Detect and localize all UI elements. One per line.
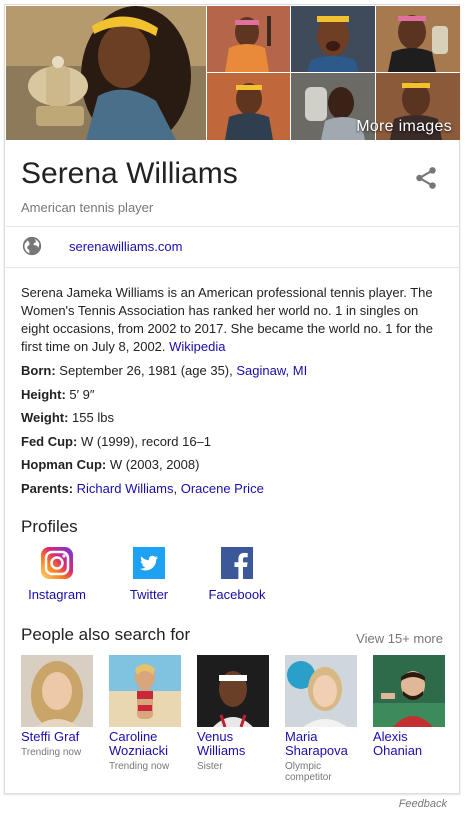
twitter-icon: [133, 547, 165, 579]
person-name: Alexis: [373, 729, 408, 744]
share-icon: [416, 167, 436, 189]
person-name: Maria: [285, 729, 318, 744]
description-text: Serena Jameka Williams is an American pr…: [21, 285, 433, 354]
fact-value: September 26, 1981 (age 35),: [59, 363, 233, 378]
divider: [6, 267, 460, 268]
person-name: Venus: [197, 729, 234, 744]
fact-value: W (2003, 2008): [109, 457, 200, 472]
person-meta: Trending now: [21, 747, 82, 758]
profile-label: Facebook: [208, 587, 266, 602]
image-mosaic[interactable]: More images: [6, 6, 460, 140]
entity-subtitle: American tennis player: [21, 200, 154, 215]
person-card[interactable]: Caroline Wozniacki Trending now: [109, 655, 181, 772]
person-name: Caroline: [109, 729, 158, 744]
fact-parents: Parents: Richard Williams, Oracene Price: [21, 479, 445, 503]
profile-instagram[interactable]: Instagram: [17, 547, 97, 602]
person-photo: [21, 655, 93, 727]
fact-value: 5′ 9″: [69, 386, 95, 402]
facebook-icon: [221, 547, 253, 579]
globe-icon: [22, 236, 42, 256]
profiles-heading: Profiles: [21, 517, 78, 536]
person-meta: Sister: [197, 761, 223, 772]
divider: [6, 226, 460, 227]
people-heading: People also search for: [21, 625, 191, 644]
fact-fed-cup: Fed Cup: W (1999), record 16–1: [21, 432, 445, 456]
person-photo: [109, 655, 181, 727]
person-name: Sharapova: [285, 743, 348, 758]
person-card[interactable]: Maria Sharapova Olympic competitor: [285, 655, 357, 783]
main-photo[interactable]: [6, 6, 206, 140]
website-row: serenawilliams.com: [21, 235, 441, 259]
person-card[interactable]: Alexis Ohanian: [373, 655, 445, 758]
person-card[interactable]: Venus Williams Sister: [197, 655, 269, 772]
parent-link[interactable]: Oracene Price: [181, 481, 264, 496]
people-carousel: Steffi Graf Trending now Caroline Woznia…: [21, 655, 453, 795]
share-button[interactable]: [413, 165, 439, 191]
person-photo: [285, 655, 357, 727]
separator: ,: [173, 480, 178, 496]
fact-label: Fed Cup:: [21, 433, 78, 449]
person-name: Williams: [197, 743, 246, 758]
birthplace-link[interactable]: Saginaw, MI: [236, 363, 307, 378]
knowledge-panel: More images Serena Williams American ten…: [4, 4, 460, 794]
fact-label: Parents:: [21, 480, 74, 496]
gallery-photo[interactable]: [291, 6, 375, 72]
person-photo: [373, 655, 445, 727]
person-meta: competitor: [285, 772, 332, 783]
fact-value: W (1999), record 16–1: [80, 433, 212, 449]
instagram-icon: [41, 547, 73, 579]
facts-list: Born: September 26, 1981 (age 35), Sagin…: [21, 361, 445, 502]
entity-description: Serena Jameka Williams is an American pr…: [21, 284, 445, 356]
person-card[interactable]: Steffi Graf Trending now: [21, 655, 93, 758]
fact-born: Born: September 26, 1981 (age 35), Sagin…: [21, 361, 445, 385]
view-more-link[interactable]: View 15+ more: [356, 631, 443, 646]
website-link[interactable]: serenawilliams.com: [69, 239, 182, 254]
gallery-photo[interactable]: [376, 6, 460, 72]
person-name: Steffi Graf: [21, 729, 80, 744]
wikipedia-link[interactable]: Wikipedia: [169, 339, 225, 354]
parent-link[interactable]: Richard Williams: [77, 481, 174, 496]
profile-twitter[interactable]: Twitter: [109, 547, 189, 602]
profile-label: Instagram: [28, 587, 86, 602]
entity-title: Serena Williams: [21, 157, 238, 190]
profile-label: Twitter: [129, 587, 169, 602]
feedback-link[interactable]: Feedback: [399, 798, 447, 810]
person-meta: Trending now: [109, 761, 170, 772]
person-photo: [197, 655, 269, 727]
profile-facebook[interactable]: Facebook: [197, 547, 277, 602]
fact-value: 155 lbs: [72, 410, 114, 425]
fact-weight: Weight: 155 lbs: [21, 408, 445, 432]
profiles-row: Instagram Twitter Facebook: [21, 547, 321, 607]
fact-height: Height: 5′ 9″: [21, 385, 445, 409]
fact-hopman-cup: Hopman Cup: W (2003, 2008): [21, 455, 445, 479]
gallery-photo[interactable]: [207, 6, 290, 72]
person-name: Ohanian: [373, 743, 423, 758]
fact-label: Height:: [21, 386, 66, 402]
person-meta: Olympic: [285, 761, 322, 772]
fact-label: Weight:: [21, 410, 69, 425]
fact-label: Hopman Cup:: [21, 457, 107, 472]
more-images-link[interactable]: More images: [356, 118, 452, 136]
gallery-photo[interactable]: [207, 73, 290, 140]
person-name: Wozniacki: [109, 743, 169, 758]
fact-label: Born:: [21, 363, 56, 378]
